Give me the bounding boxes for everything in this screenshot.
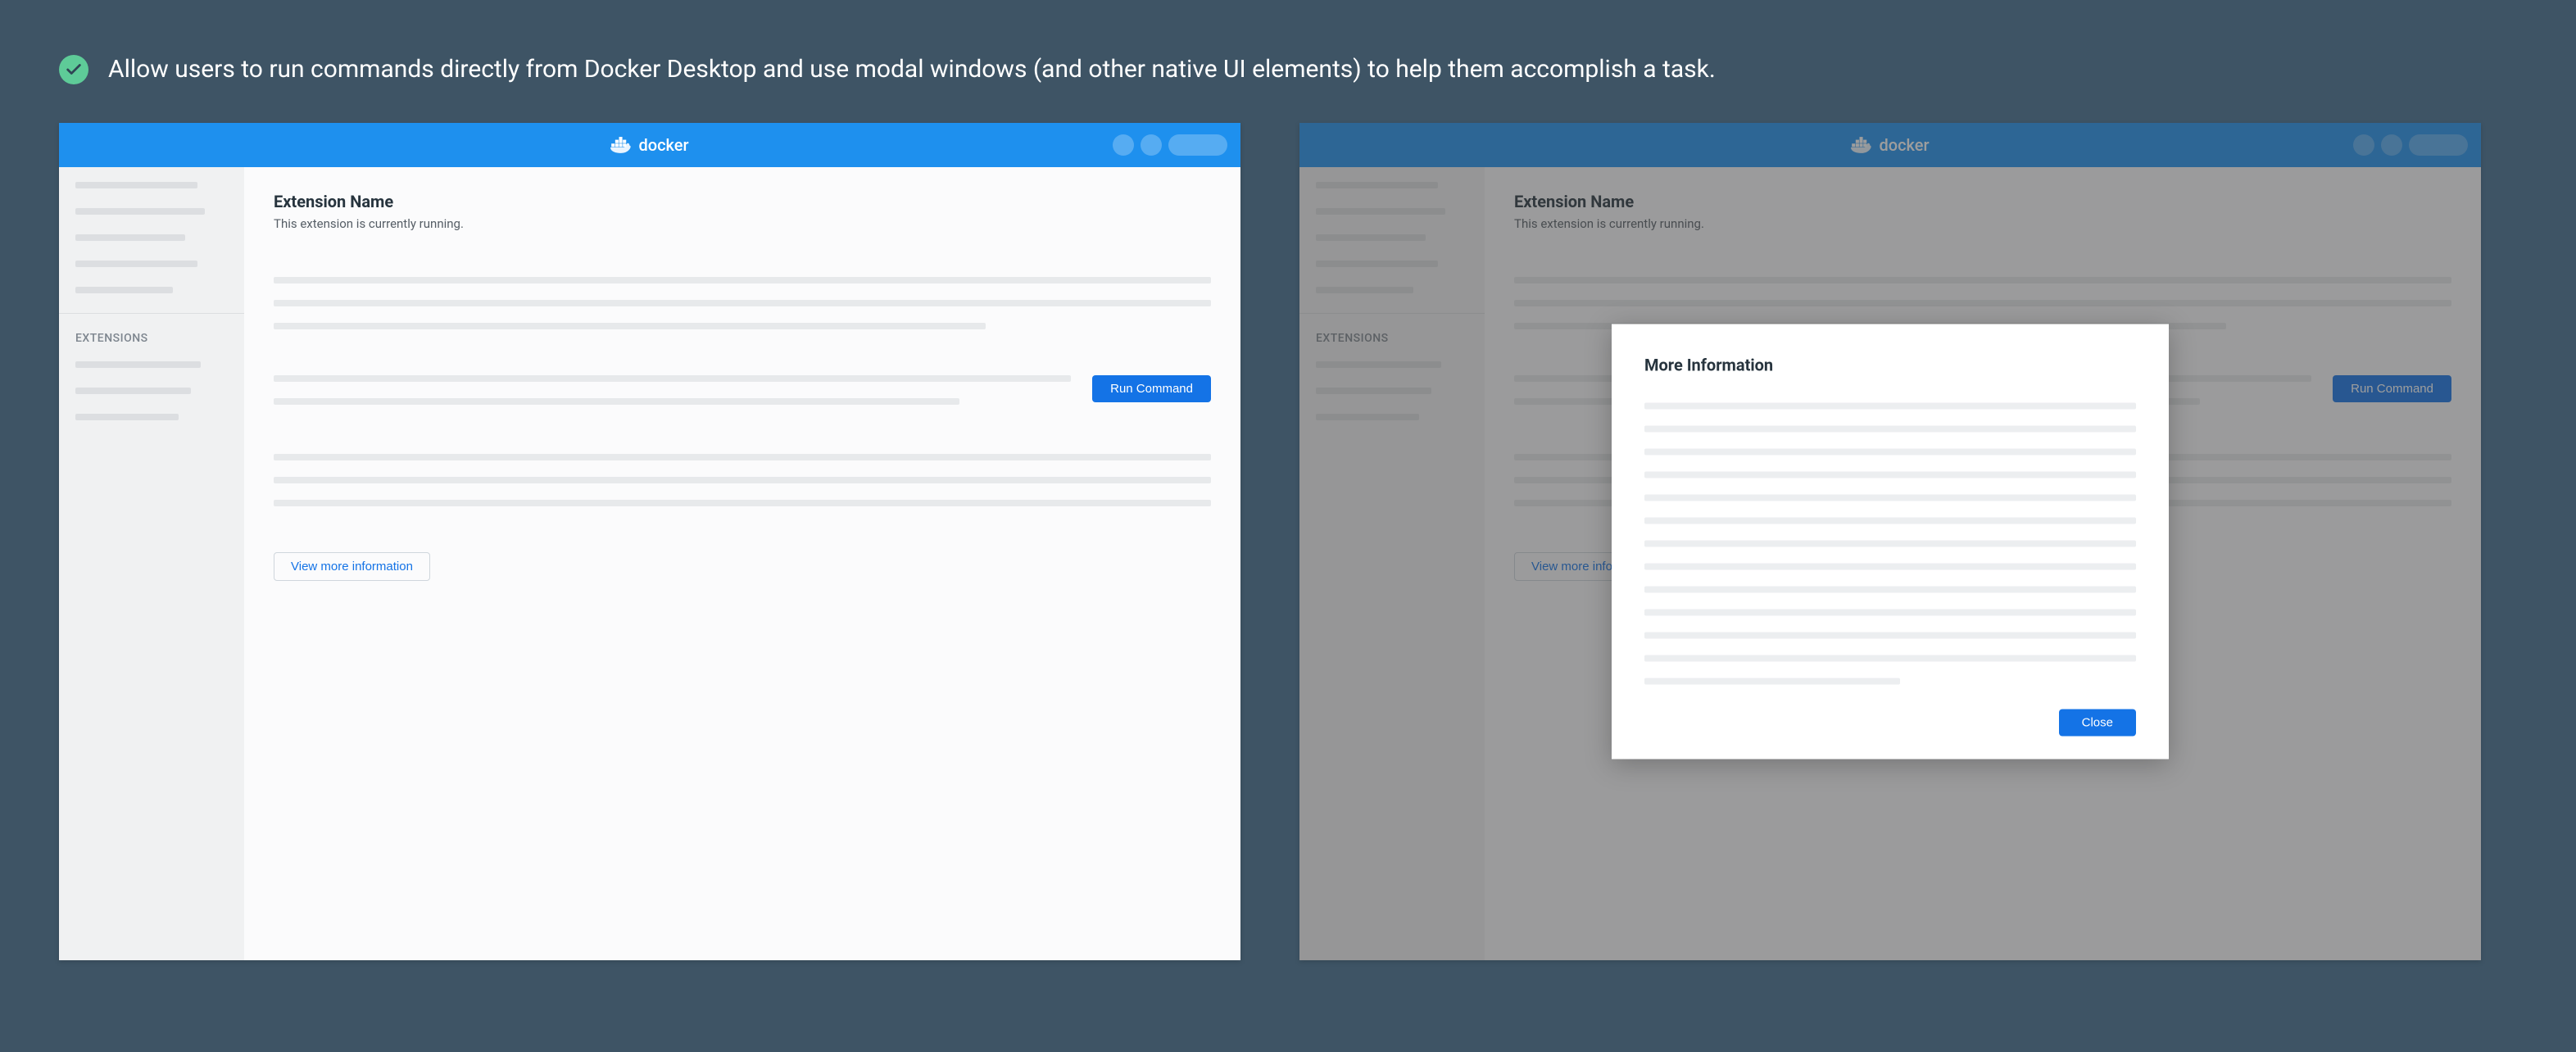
modal-content-placeholder [1644,610,2136,616]
content-placeholder [274,454,1211,460]
more-information-modal: More Information Close [1612,324,2169,760]
content-placeholder [274,375,1071,382]
content-placeholder [274,477,1211,483]
run-command-button[interactable]: Run Command [1092,375,1211,402]
extension-main: Extension Name This extension is current… [244,167,1240,960]
app-topbar: docker [59,123,1240,167]
topbar-toggle-placeholder[interactable] [1168,134,1227,156]
modal-content-placeholder [1644,655,2136,662]
modal-content-placeholder [1644,518,2136,524]
mockup-panel-normal: docker EXTENSIONS [59,123,1240,960]
modal-content-placeholder [1644,564,2136,570]
mockup-panel-modal: docker EXTENSIONS [1299,123,2481,960]
extension-subtitle: This extension is currently running. [274,216,1211,231]
sidebar-item-placeholder[interactable] [75,287,173,293]
content-placeholder [274,300,1211,306]
modal-content-placeholder [1644,426,2136,433]
docker-logo: docker [610,135,688,155]
view-more-information-button[interactable]: View more information [274,552,430,581]
sidebar: EXTENSIONS [59,167,244,960]
sidebar-section-label: EXTENSIONS [75,332,228,345]
sidebar-item-placeholder[interactable] [75,261,197,267]
modal-title: More Information [1644,356,2136,375]
modal-content-placeholder [1644,541,2136,547]
content-placeholder [274,398,959,405]
sidebar-extension-item[interactable] [75,414,179,420]
modal-content-placeholder [1644,472,2136,478]
check-circle-icon [59,55,88,84]
modal-content-placeholder [1644,633,2136,639]
topbar-avatar-placeholder[interactable] [1141,134,1162,156]
modal-content-placeholder [1644,449,2136,456]
sidebar-divider [59,313,244,314]
modal-content-placeholder [1644,678,1900,685]
sidebar-item-placeholder[interactable] [75,208,205,215]
extension-title: Extension Name [274,192,1211,211]
modal-close-button[interactable]: Close [2059,710,2136,737]
sidebar-item-placeholder[interactable] [75,182,197,188]
topbar-avatar-placeholder[interactable] [1113,134,1134,156]
content-placeholder [274,323,986,329]
sidebar-item-placeholder[interactable] [75,234,185,241]
content-placeholder [274,500,1211,506]
sidebar-extension-item[interactable] [75,361,201,368]
modal-content-placeholder [1644,587,2136,593]
sidebar-extension-item[interactable] [75,388,191,394]
guideline-caption: Allow users to run commands directly fro… [108,52,1716,87]
modal-content-placeholder [1644,495,2136,501]
content-placeholder [274,277,1211,283]
brand-text: docker [638,135,688,155]
modal-content-placeholder [1644,403,2136,410]
